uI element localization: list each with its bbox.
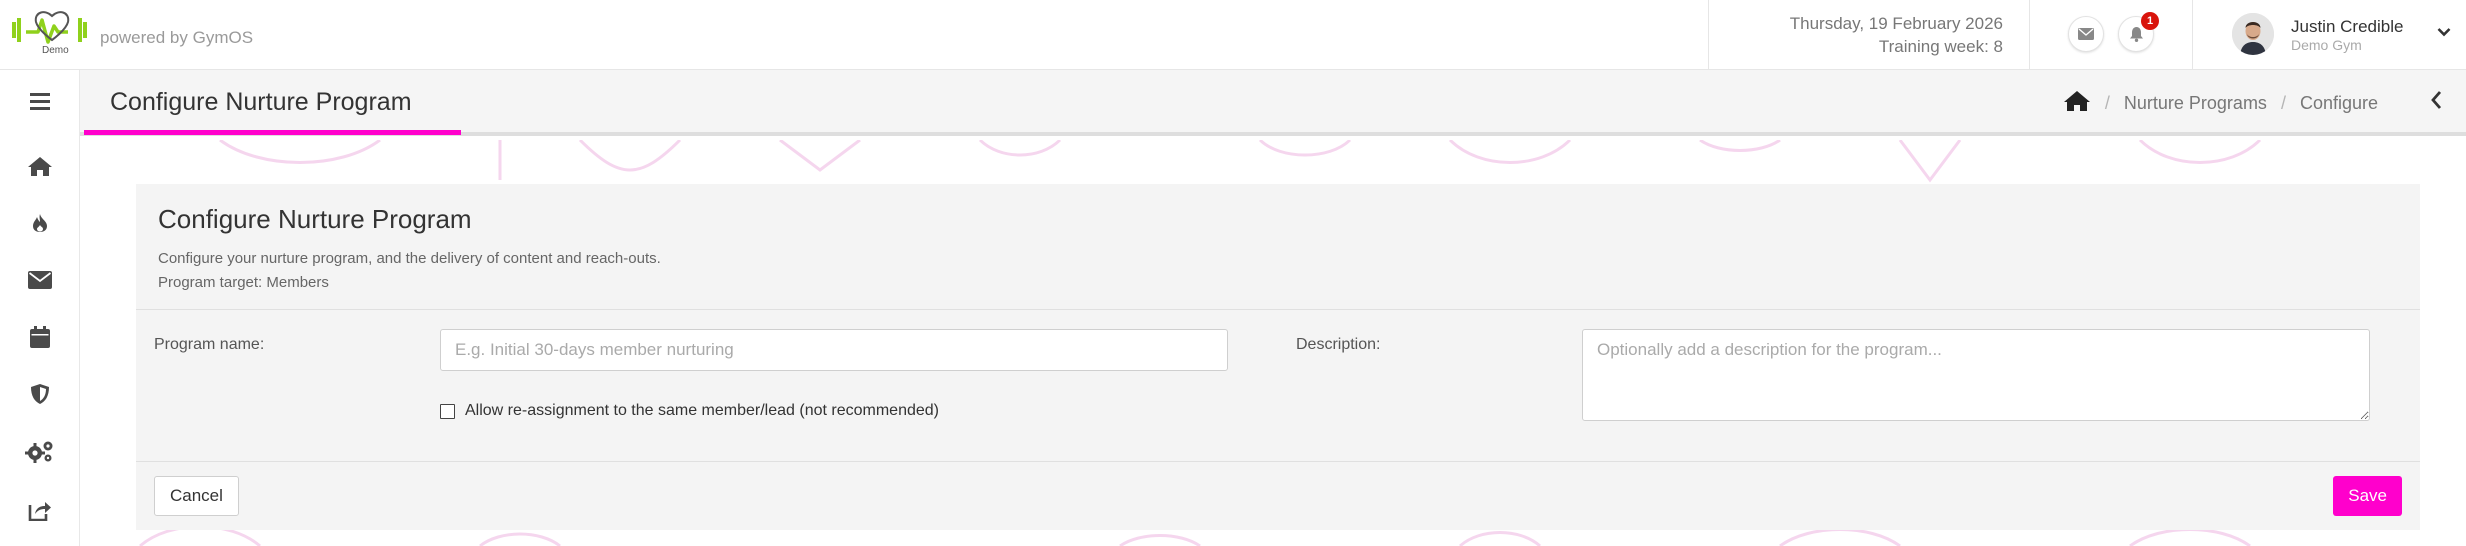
user-gym: Demo Gym xyxy=(2291,37,2362,53)
save-button[interactable]: Save xyxy=(2333,476,2402,516)
chevron-down-icon[interactable] xyxy=(2437,24,2451,42)
fire-icon xyxy=(33,214,47,232)
envelope-icon xyxy=(2078,28,2094,40)
reassign-option[interactable]: Allow re-assignment to the same member/l… xyxy=(440,402,939,420)
envelope-icon xyxy=(28,271,52,289)
program-name-input[interactable] xyxy=(440,329,1228,371)
date-info: Thursday, 19 February 2026 Training week… xyxy=(1708,0,2030,70)
program-target: Program target: Members xyxy=(158,274,329,291)
user-name: Justin Credible xyxy=(2291,17,2404,36)
form-title: Configure Nurture Program xyxy=(158,204,472,234)
training-week: Training week: 8 xyxy=(1878,37,2003,56)
sidebar-item-messages[interactable] xyxy=(22,265,58,295)
avatar[interactable] xyxy=(2232,13,2274,55)
reassign-label[interactable]: Allow re-assignment to the same member/l… xyxy=(465,402,939,420)
sidebar-item-share[interactable] xyxy=(22,495,58,525)
sidebar-item-calendar[interactable] xyxy=(22,322,58,352)
form-subtitle: Configure your nurture program, and the … xyxy=(158,250,661,267)
form-footer: Cancel Save xyxy=(136,462,2420,529)
notification-badge: 1 xyxy=(2141,12,2159,30)
current-date: Thursday, 19 February 2026 xyxy=(1789,14,2003,33)
gym-logo[interactable]: Demo xyxy=(12,10,92,56)
description-textarea[interactable] xyxy=(1582,329,2370,421)
cancel-button[interactable]: Cancel xyxy=(154,476,239,516)
breadcrumb-separator: / xyxy=(2280,93,2286,113)
breadcrumb-home[interactable] xyxy=(2063,90,2091,117)
bell-icon xyxy=(2129,27,2143,42)
breadcrumb: / Nurture Programs / Configure xyxy=(2063,90,2378,117)
home-icon xyxy=(2063,91,2090,111)
breadcrumb-nurture-programs[interactable]: Nurture Programs xyxy=(2124,93,2267,114)
powered-by-text: powered by GymOS xyxy=(100,28,254,47)
sidebar-item-settings[interactable] xyxy=(22,436,58,466)
menu-toggle-button[interactable] xyxy=(22,86,58,116)
top-header: Demo powered by GymOS Thursday, 19 Febru… xyxy=(0,0,2466,70)
main-content: Configure Nurture Program Configure your… xyxy=(80,140,2466,546)
calendar-icon xyxy=(30,326,50,348)
page-title: Configure Nurture Program xyxy=(110,88,412,116)
breadcrumb-separator: / xyxy=(2104,93,2110,113)
collapse-button[interactable] xyxy=(2430,90,2442,115)
reassign-checkbox[interactable] xyxy=(440,403,455,419)
form-body: Program name: Allow re-assignment to the… xyxy=(136,310,2420,462)
messages-button[interactable] xyxy=(2068,16,2104,52)
sidebar-item-activity[interactable] xyxy=(22,208,58,238)
program-name-label: Program name: xyxy=(154,336,265,353)
sidebar-item-security[interactable] xyxy=(22,379,58,409)
title-accent-bar xyxy=(84,130,461,135)
gears-icon xyxy=(25,441,53,463)
configure-form-panel: Configure Nurture Program Configure your… xyxy=(136,184,2420,530)
breadcrumb-configure: Configure xyxy=(2299,93,2378,113)
page-header: Configure Nurture Program / Nurture Prog… xyxy=(80,70,2466,136)
menu-icon xyxy=(30,92,50,110)
svg-text:Demo: Demo xyxy=(42,45,69,56)
chevron-left-icon xyxy=(2431,91,2442,109)
form-header: Configure Nurture Program Configure your… xyxy=(136,184,2420,310)
notifications-button[interactable]: 1 xyxy=(2118,12,2159,52)
home-icon xyxy=(28,156,52,176)
user-menu[interactable]: Justin Credible Demo Gym xyxy=(2192,0,2466,70)
sidebar-item-home[interactable] xyxy=(22,151,58,181)
description-label: Description: xyxy=(1296,336,1381,353)
share-icon xyxy=(28,502,51,521)
sidebar xyxy=(0,70,80,546)
shield-icon xyxy=(31,384,49,404)
